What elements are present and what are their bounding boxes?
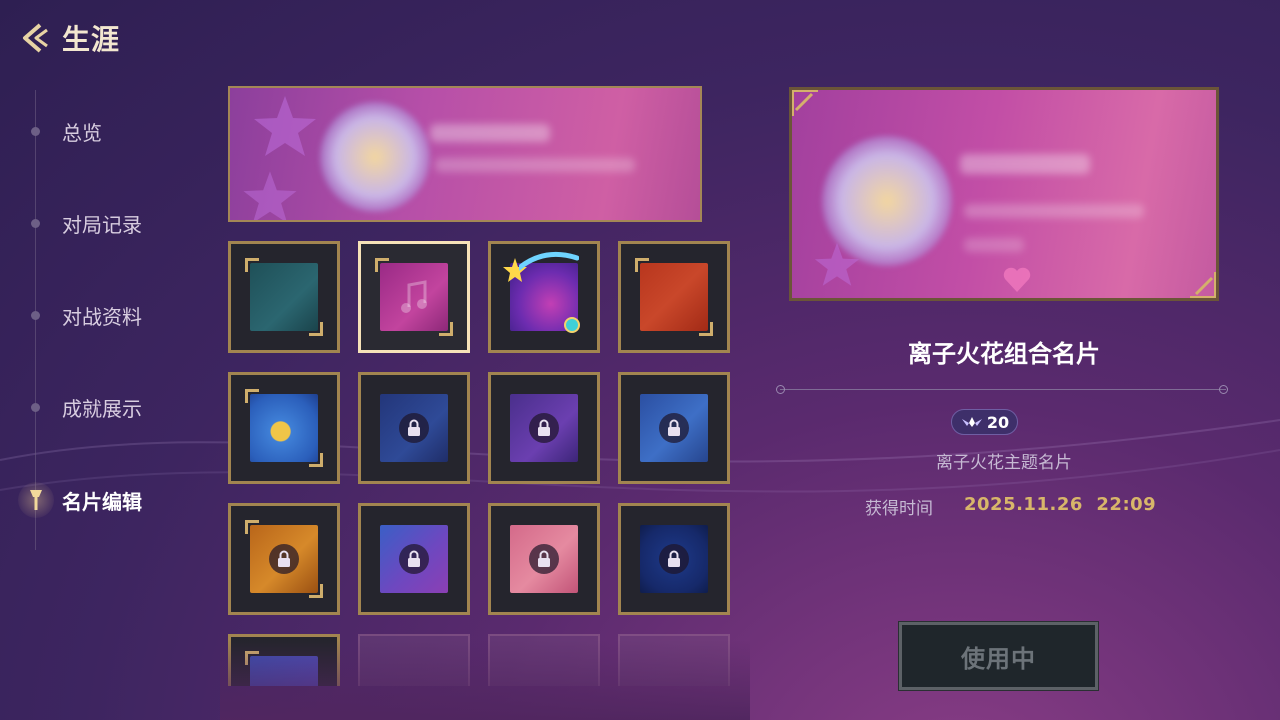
lock-icon: [399, 413, 429, 443]
in-use-button[interactable]: 使用中: [898, 621, 1099, 691]
sidebar-item-label: 名片编辑: [62, 489, 142, 514]
in-use-button-label: 使用中: [961, 644, 1036, 673]
frame-corner: [245, 389, 259, 403]
sidebar-item-overview[interactable]: 总览: [0, 111, 200, 151]
card-tile-blue-key-locked[interactable]: [618, 372, 730, 484]
card-thumbnail: [250, 394, 318, 462]
card-grid: [228, 241, 734, 686]
detail-divider: [780, 389, 1226, 390]
sidebar-item-label: 对局记录: [62, 212, 142, 237]
frame-corner: [245, 258, 259, 272]
nav-dot: [31, 218, 40, 228]
card-tile-purple-star[interactable]: [488, 241, 600, 353]
sidebar-item-achievements[interactable]: 成就展示: [0, 387, 200, 427]
frame-corner-ornament: [792, 90, 818, 116]
sidebar-item-label: 总览: [62, 120, 102, 145]
card-preview-banner: [228, 86, 702, 222]
card-tile-amber-locked[interactable]: [228, 503, 340, 615]
card-tile-violet-locked[interactable]: [488, 372, 600, 484]
blurred-info: [435, 158, 635, 172]
card-thumbnail: [640, 263, 708, 331]
sidebar-item-battle-stats[interactable]: 对战资料: [0, 295, 200, 335]
blurred-info: [964, 204, 1144, 218]
card-tile-navy-locked[interactable]: [358, 372, 470, 484]
price-badge: 20: [951, 409, 1018, 435]
blurred-name: [960, 154, 1090, 174]
nav-dot: [31, 310, 40, 320]
lock-icon: [659, 413, 689, 443]
lock-icon: [269, 544, 299, 574]
heart-decoration-icon: [1003, 267, 1031, 292]
sidebar-nav: 总览 对局记录 对战资料 成就展示 名片编辑: [0, 90, 200, 550]
card-tile-indigo-locked[interactable]: [358, 503, 470, 615]
card-tile-red[interactable]: [618, 241, 730, 353]
star-decoration-icon: [243, 171, 297, 220]
frame-corner: [245, 651, 259, 665]
card-thumbnail: [250, 263, 318, 331]
frame-corner: [309, 322, 323, 336]
price-value: 20: [986, 412, 1010, 432]
card-tile-blue-moon[interactable]: [228, 372, 340, 484]
divider-endpoint: [776, 385, 785, 394]
nav-dot: [31, 126, 40, 136]
selected-card-name: 离子火花组合名片: [908, 340, 1100, 368]
frame-corner-ornament: [1190, 272, 1216, 298]
card-tile-blue-partial[interactable]: [228, 634, 340, 686]
card-tile-empty: [618, 634, 730, 686]
music-note-icon: [401, 280, 427, 313]
blurred-avatar: [320, 102, 430, 212]
crown-wings-icon: [961, 417, 982, 427]
card-tile-pink-locked[interactable]: [488, 503, 600, 615]
back-button[interactable]: [14, 18, 54, 58]
acquire-time-value: 2025.11.26 22:09: [964, 494, 1157, 515]
star-decoration-icon: [254, 96, 316, 156]
acquire-time-label: 获得时间: [865, 499, 933, 519]
selected-card-description: 离子火花主题名片: [936, 453, 1072, 473]
frame-corner: [309, 584, 323, 598]
card-thumbnail: [380, 263, 448, 331]
star-decoration-icon: [814, 242, 860, 286]
frame-corner: [245, 520, 259, 534]
active-nav-indicator: [18, 482, 54, 518]
page-title: 生涯: [62, 23, 121, 56]
divider-endpoint: [1219, 385, 1228, 394]
card-tile-empty: [358, 634, 470, 686]
chevron-left-icon: [23, 23, 48, 53]
card-tile-deep-blue-locked[interactable]: [618, 503, 730, 615]
card-tile-magenta-selected[interactable]: [358, 241, 470, 353]
card-tile-empty: [488, 634, 600, 686]
sidebar-item-match-history[interactable]: 对局记录: [0, 203, 200, 243]
sidebar-item-card-editor[interactable]: 名片编辑: [0, 480, 200, 520]
lock-icon: [529, 413, 559, 443]
frame-corner: [309, 453, 323, 467]
page-header: 生涯: [14, 18, 120, 58]
nav-dot: [31, 402, 40, 412]
lock-icon: [529, 544, 559, 574]
card-thumbnail: [250, 656, 318, 686]
frame-corner: [635, 258, 649, 272]
card-tile-teal[interactable]: [228, 241, 340, 353]
blurred-name: [430, 124, 550, 142]
torch-icon: [30, 490, 42, 510]
blurred-info: [964, 238, 1024, 252]
frame-corner: [699, 322, 713, 336]
sidebar-item-label: 对战资料: [62, 304, 142, 329]
gem-icon: [564, 317, 580, 333]
selected-card-preview: [789, 87, 1219, 301]
sidebar-item-label: 成就展示: [62, 396, 142, 421]
frame-corner: [439, 322, 453, 336]
lock-icon: [659, 544, 689, 574]
comet-trail-icon: [519, 251, 579, 271]
lock-icon: [399, 544, 429, 574]
frame-corner: [375, 258, 389, 272]
